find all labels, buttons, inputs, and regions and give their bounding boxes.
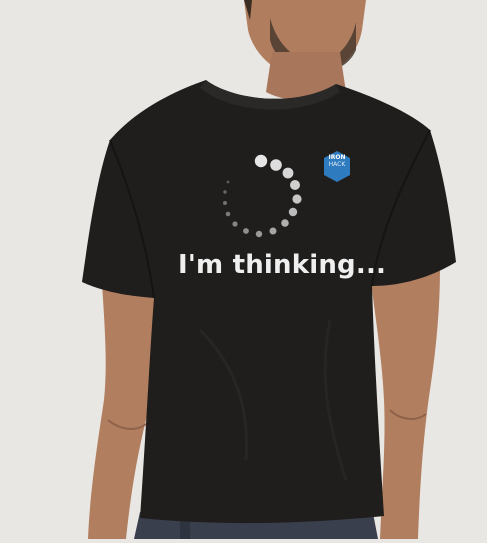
spinner-dot [255,230,263,238]
ironhack-badge-text: IRON HACK [320,154,354,168]
badge-line-2: HACK [328,161,346,168]
shirt-slogan: I'm thinking... [178,250,387,280]
spinner-dot [281,219,289,227]
spinner-dot [292,194,302,204]
badge-line-1: IRON [328,154,346,161]
spinner-dot [223,201,227,205]
spinner-dot [282,167,294,179]
spinner-dot [232,221,238,227]
spinner-dot [226,180,230,184]
spinner-dot [270,159,282,171]
spinner-dot [290,180,300,190]
spinner-dot [243,228,249,234]
spinner-dot [288,207,298,217]
spinner-dot [269,227,277,235]
spinner-dot [223,190,227,194]
spinner-dot [225,211,231,217]
photo-scene: IRON HACK I'm thinking... [0,0,487,539]
spinner-dot [254,154,268,168]
